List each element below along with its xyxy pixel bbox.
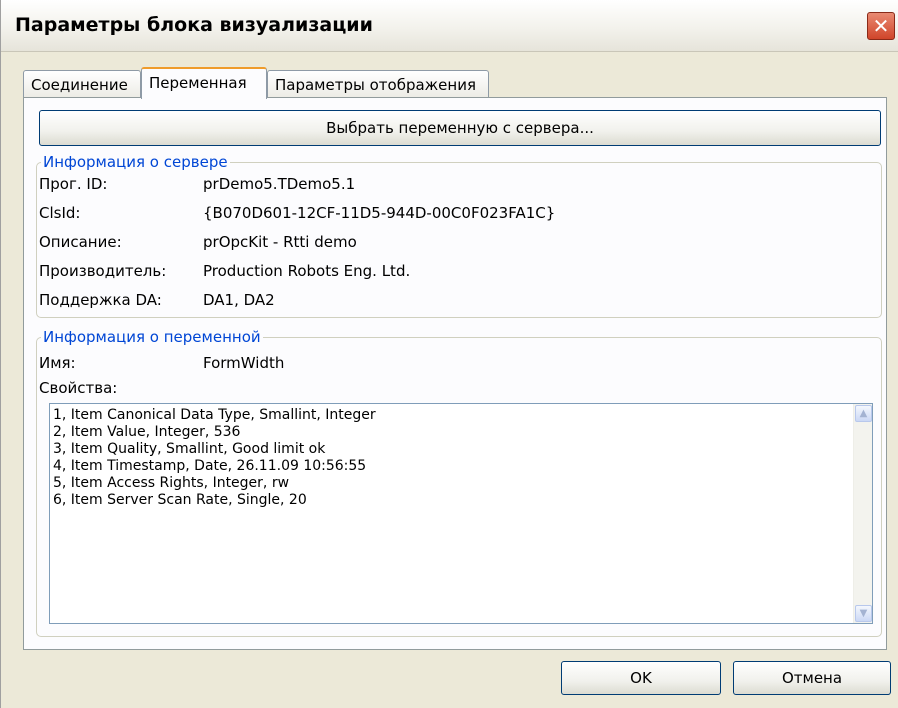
tab-label: Параметры отображения (275, 76, 476, 94)
close-icon: ✕ (872, 14, 890, 38)
variable-name-label: Имя: (39, 354, 76, 372)
dialog-window: Параметры блока визуализации ✕ Соединени… (0, 0, 898, 708)
vendor-label: Производитель: (39, 262, 167, 280)
variable-tab-panel: Выбрать переменную с сервера... Информац… (23, 97, 887, 650)
select-variable-label: Выбрать переменную с сервера... (326, 119, 594, 137)
close-button[interactable]: ✕ (867, 12, 895, 40)
list-item[interactable]: 5, Item Access Rights, Integer, rw (53, 475, 289, 491)
window-title: Параметры блока визуализации (15, 14, 373, 36)
select-variable-button[interactable]: Выбрать переменную с сервера... (39, 110, 881, 146)
ok-button[interactable]: OK (561, 661, 721, 695)
server-info-group: Информация о сервере Прог. ID: prDemo5.T… (36, 153, 882, 318)
server-info-title: Информация о сервере (41, 153, 230, 171)
scroll-up-button[interactable]: ▲ (855, 405, 872, 422)
list-item[interactable]: 6, Item Server Scan Rate, Single, 20 (53, 492, 307, 508)
cancel-label: Отмена (781, 669, 843, 687)
tab-variable[interactable]: Переменная (141, 67, 267, 99)
tab-label: Переменная (149, 74, 247, 92)
properties-listbox[interactable]: 1, Item Canonical Data Type, Smallint, I… (49, 403, 873, 624)
properties-label: Свойства: (39, 379, 118, 397)
prog-id-label: Прог. ID: (39, 175, 108, 193)
scroll-down-button[interactable]: ▼ (855, 605, 872, 622)
da-support-label: Поддержка DA: (39, 291, 162, 309)
ok-label: OK (630, 669, 652, 687)
variable-name-value: FormWidth (203, 354, 285, 372)
da-support-value: DA1, DA2 (203, 291, 275, 309)
vertical-scrollbar[interactable]: ▲ ▼ (853, 404, 872, 623)
clsid-label: ClsId: (39, 204, 81, 222)
variable-info-title: Информация о переменной (41, 328, 263, 346)
tab-label: Соединение (31, 76, 128, 94)
list-item[interactable]: 4, Item Timestamp, Date, 26.11.09 10:56:… (53, 458, 366, 474)
tab-display-params[interactable]: Параметры отображения (267, 70, 489, 98)
chevron-up-icon: ▲ (859, 408, 868, 419)
title-bar[interactable]: Параметры блока визуализации ✕ (1, 0, 898, 52)
tab-connection[interactable]: Соединение (23, 70, 141, 98)
description-value: prOpcKit - Rtti demo (203, 233, 357, 251)
list-item[interactable]: 3, Item Quality, Smallint, Good limit ok (53, 441, 325, 457)
clsid-value: {B070D601-12CF-11D5-944D-00C0F023FA1C} (203, 204, 556, 222)
cancel-button[interactable]: Отмена (733, 661, 891, 695)
list-item[interactable]: 2, Item Value, Integer, 536 (53, 424, 240, 440)
prog-id-value: prDemo5.TDemo5.1 (203, 175, 356, 193)
vendor-value: Production Robots Eng. Ltd. (203, 262, 411, 280)
chevron-down-icon: ▼ (859, 608, 868, 619)
variable-info-group: Информация о переменной Имя: FormWidth С… (36, 328, 882, 637)
description-label: Описание: (39, 233, 122, 251)
list-item[interactable]: 1, Item Canonical Data Type, Smallint, I… (53, 407, 376, 423)
